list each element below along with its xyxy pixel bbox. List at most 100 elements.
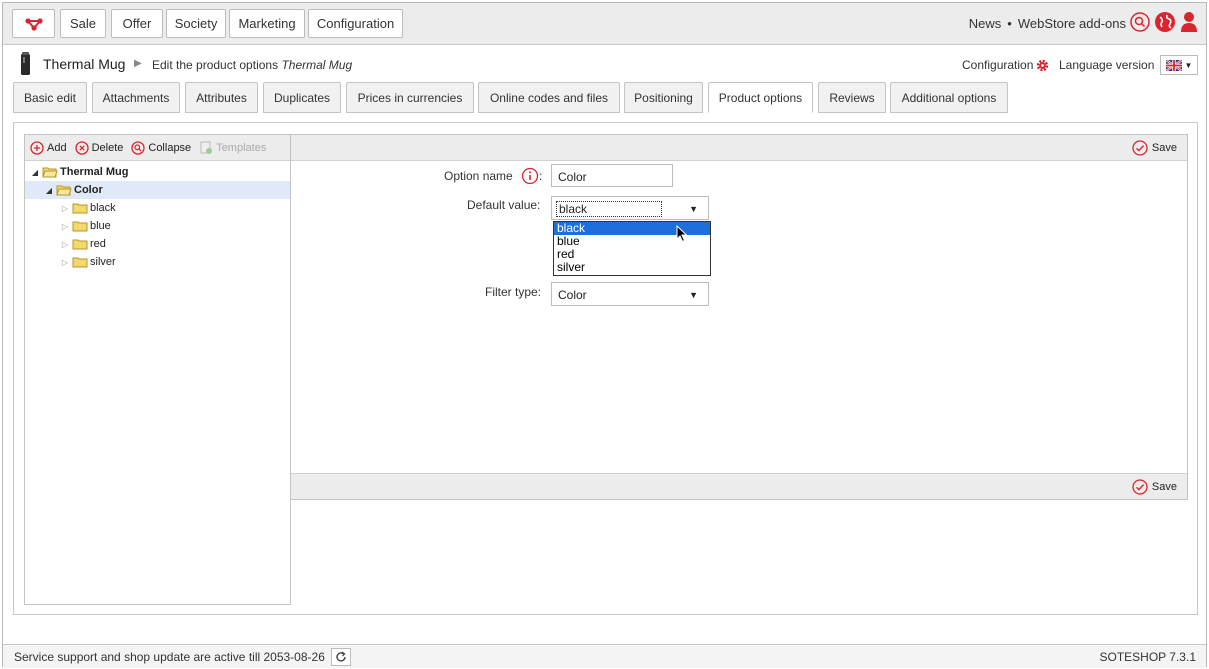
- add-button[interactable]: Add: [30, 140, 67, 155]
- expand-arrow-icon: ◢: [31, 167, 39, 177]
- tree-node-label: blue: [90, 220, 111, 232]
- templates-icon: [200, 141, 213, 154]
- tab-product-options[interactable]: Product options: [708, 82, 813, 113]
- templates-label: Templates: [216, 141, 267, 154]
- language-select[interactable]: ▼: [1160, 55, 1198, 75]
- user-icon[interactable]: [1180, 11, 1198, 33]
- tree-node-silver[interactable]: ▷ silver: [60, 253, 116, 271]
- status-footer: Service support and shop update are acti…: [3, 644, 1206, 668]
- tab-positioning[interactable]: Positioning: [624, 82, 703, 113]
- filter-type-value: Color: [558, 288, 587, 302]
- top-navigation: Sale Offer Society Marketing Configurati…: [3, 3, 1206, 45]
- mouse-cursor-icon: [676, 225, 688, 243]
- refresh-button[interactable]: [331, 648, 351, 666]
- check-circle-icon: [1132, 140, 1148, 156]
- info-icon[interactable]: [521, 167, 539, 185]
- home-logo-button[interactable]: [12, 9, 55, 38]
- top-links: News • WebStore add-ons: [969, 16, 1126, 31]
- chevron-down-icon: ▼: [689, 204, 698, 214]
- breadcrumb-product: Thermal Mug: [281, 58, 353, 72]
- separator-dot: •: [1007, 16, 1012, 31]
- delete-button[interactable]: Delete: [74, 140, 123, 155]
- filter-type-select[interactable]: Color ▼: [551, 282, 709, 306]
- form-bottom-toolbar: Save: [291, 473, 1187, 499]
- option-edit-form: Save Save: [291, 134, 1188, 500]
- tree-node-color[interactable]: ◢ Color: [25, 181, 290, 199]
- check-circle-icon: [1132, 479, 1148, 495]
- delete-icon: [74, 140, 89, 155]
- language-version-label: Language version: [1059, 58, 1155, 72]
- folder-open-icon: [42, 167, 58, 178]
- tab-online-codes-and-files[interactable]: Online codes and files: [478, 82, 620, 113]
- save-label: Save: [1151, 481, 1177, 493]
- add-icon: [30, 140, 44, 155]
- tree-node-label: silver: [90, 256, 116, 268]
- page-title: Thermal Mug: [43, 56, 126, 72]
- tree-node-label: Color: [74, 184, 103, 196]
- filter-type-label: Filter type:: [485, 285, 542, 299]
- breadcrumb-arrow-icon: ▶: [134, 58, 142, 69]
- collapsed-arrow-icon: ▷: [61, 239, 69, 249]
- templates-button[interactable]: Templates: [199, 141, 266, 155]
- expand-arrow-icon: ◢: [45, 185, 53, 195]
- nav-marketing-button[interactable]: Marketing: [229, 9, 305, 38]
- add-label: Add: [47, 141, 67, 154]
- gear-icon: [1037, 59, 1049, 71]
- title-row: Thermal Mug ▶ Edit the product options T…: [3, 46, 1206, 82]
- tab-attributes[interactable]: Attributes: [185, 82, 258, 113]
- uk-flag-icon: [1165, 59, 1182, 71]
- version-label: SOTESHOP 7.3.1: [1099, 650, 1197, 664]
- tree-node-label: red: [90, 238, 106, 250]
- chevron-down-icon: ▼: [689, 290, 698, 300]
- dropdown-option-silver[interactable]: silver: [554, 261, 710, 274]
- folder-icon: [72, 239, 88, 250]
- configuration-link[interactable]: Configuration: [962, 58, 1049, 72]
- tree-toolbar: Add Delete Collapse Templates: [25, 135, 290, 161]
- save-button-top[interactable]: Save: [1132, 140, 1177, 156]
- nav-sale-button[interactable]: Sale: [60, 9, 106, 38]
- default-value-select[interactable]: black ▼: [551, 196, 709, 220]
- tab-prices-in-currencies[interactable]: Prices in currencies: [346, 82, 474, 113]
- default-value-selected: black: [556, 201, 663, 217]
- logo-icon: [24, 17, 43, 31]
- collapsed-arrow-icon: ▷: [61, 257, 69, 267]
- collapsed-arrow-icon: ▷: [61, 221, 69, 231]
- tree-node-root[interactable]: ◢ Thermal Mug: [30, 163, 290, 181]
- folder-icon: [72, 257, 88, 268]
- webstore-addons-link[interactable]: WebStore add-ons: [1018, 16, 1126, 31]
- save-label: Save: [1151, 142, 1177, 154]
- tree-node-black[interactable]: ▷ black: [60, 199, 116, 217]
- tab-attachments[interactable]: Attachments: [92, 82, 180, 113]
- configuration-label: Configuration: [962, 58, 1034, 72]
- tree-node-red[interactable]: ▷ red: [60, 235, 106, 253]
- refresh-icon: [336, 651, 346, 662]
- collapse-button[interactable]: Collapse: [131, 140, 192, 155]
- option-name-field[interactable]: Color: [551, 164, 673, 187]
- folder-icon: [72, 203, 88, 214]
- app-window: Sale Offer Society Marketing Configurati…: [2, 2, 1207, 668]
- collapse-icon: [131, 140, 146, 155]
- tree-node-blue[interactable]: ▷ blue: [60, 217, 111, 235]
- search-icon[interactable]: [1130, 12, 1150, 32]
- tab-additional-options[interactable]: Additional options: [890, 82, 1008, 113]
- collapsed-arrow-icon: ▷: [61, 203, 69, 213]
- tab-basic-edit[interactable]: Basic edit: [13, 82, 87, 113]
- nav-society-button[interactable]: Society: [166, 9, 226, 38]
- top-icons: [1130, 11, 1198, 33]
- folder-icon: [72, 221, 88, 232]
- news-link[interactable]: News: [969, 16, 1002, 31]
- service-status-text: Service support and shop update are acti…: [14, 650, 325, 664]
- tree-node-label: Thermal Mug: [60, 166, 129, 178]
- nav-configuration-button[interactable]: Configuration: [308, 9, 403, 38]
- options-tree-panel: Add Delete Collapse Templates ◢ Thermal …: [24, 134, 291, 605]
- tab-duplicates[interactable]: Duplicates: [263, 82, 341, 113]
- save-button-bottom[interactable]: Save: [1132, 479, 1177, 495]
- form-top-toolbar: Save: [291, 135, 1187, 161]
- collapse-label: Collapse: [148, 141, 192, 154]
- nav-offer-button[interactable]: Offer: [111, 9, 163, 38]
- default-value-label: Default value:: [467, 198, 541, 212]
- globe-icon[interactable]: [1154, 11, 1176, 33]
- breadcrumb-prefix: Edit the product options: [152, 58, 279, 72]
- tree-node-label: black: [90, 202, 116, 214]
- tab-reviews[interactable]: Reviews: [818, 82, 886, 113]
